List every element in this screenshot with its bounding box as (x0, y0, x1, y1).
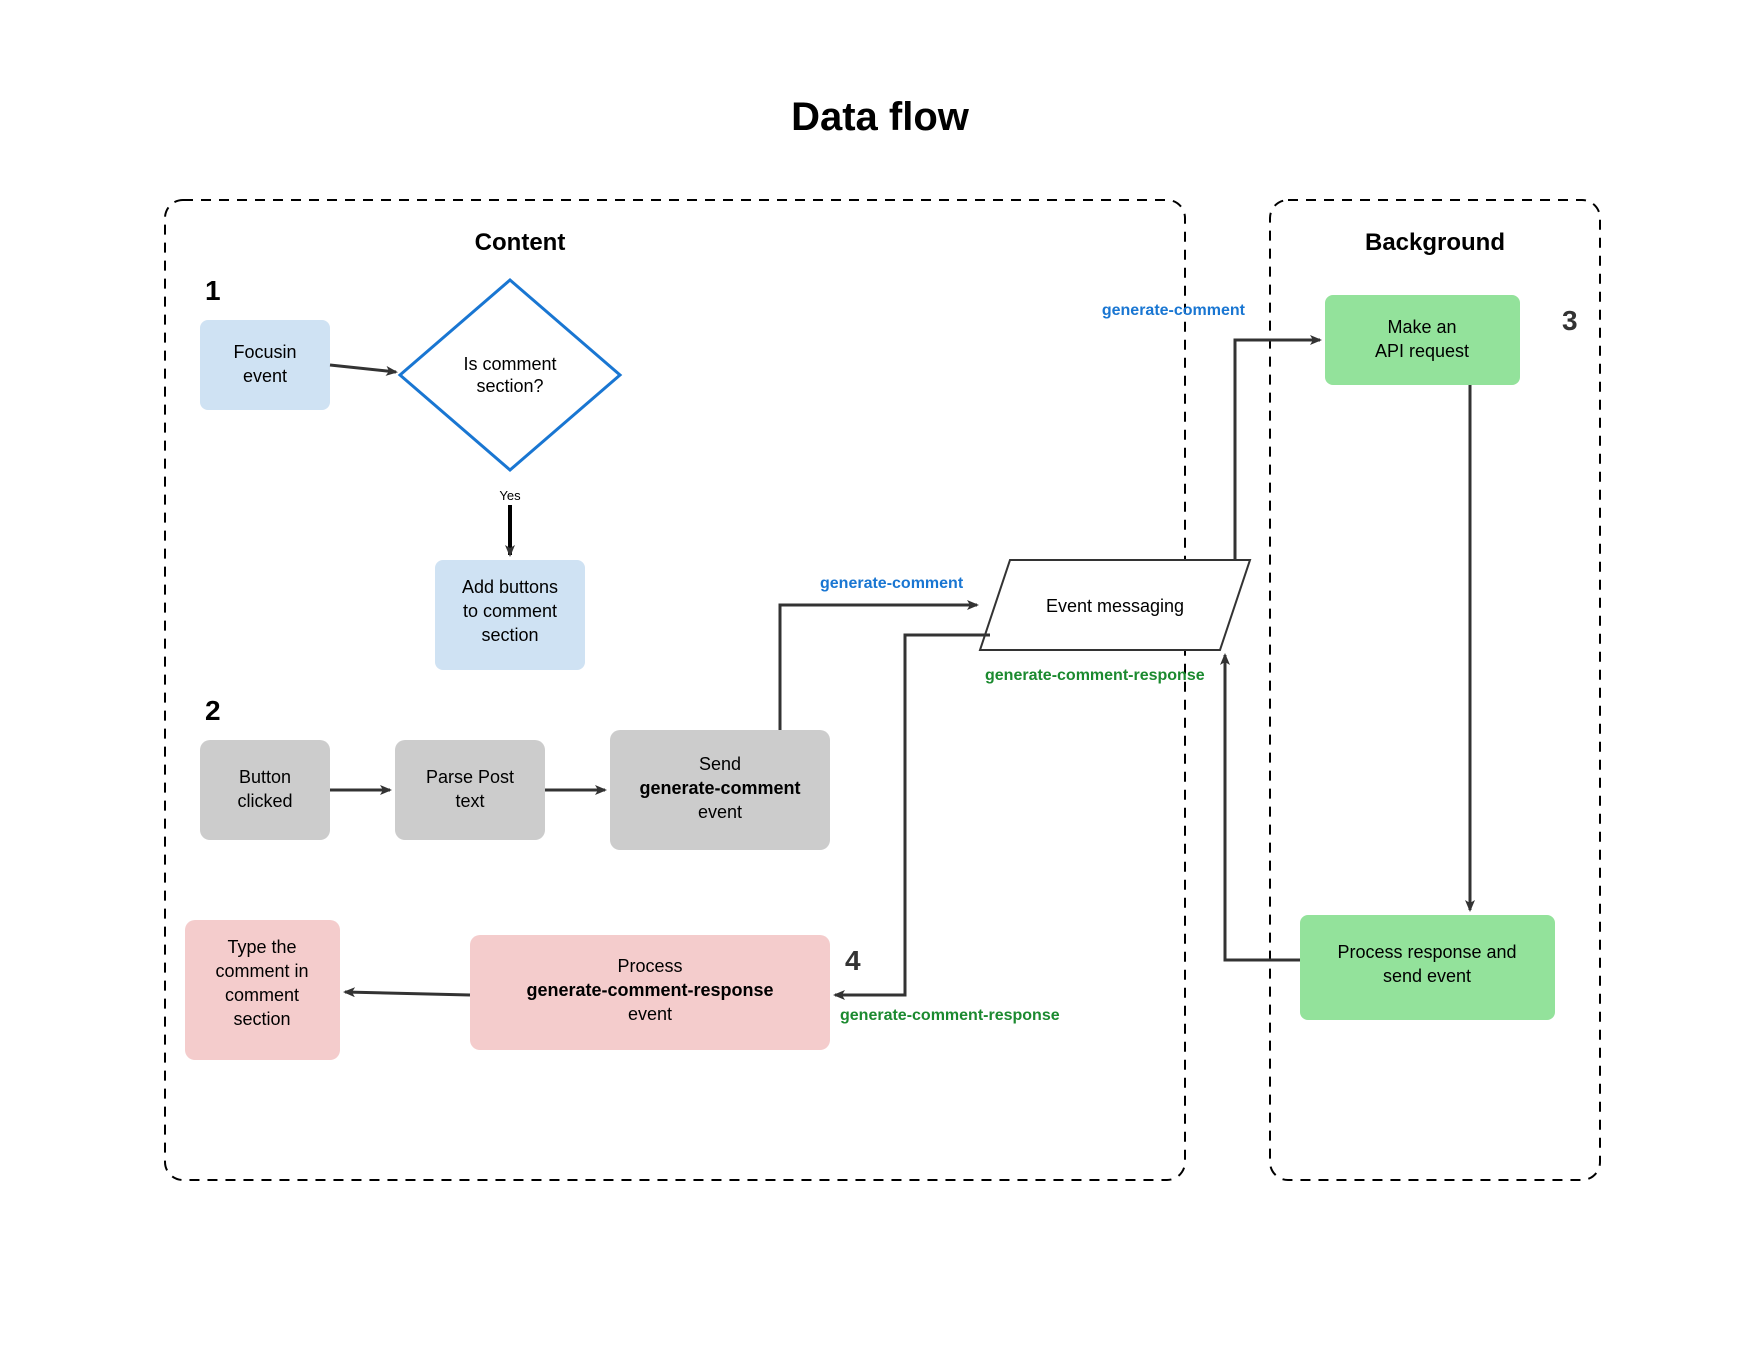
svg-text:Parse Post: Parse Post (426, 767, 514, 787)
svg-text:send event: send event (1383, 966, 1471, 986)
svg-text:generate-comment-response: generate-comment-response (526, 980, 773, 1000)
svg-text:Focusin: Focusin (233, 342, 296, 362)
svg-text:Event messaging: Event messaging (1046, 596, 1184, 616)
arrow-process-to-messaging (1225, 655, 1300, 960)
arrow-focusin-to-decision (330, 365, 396, 372)
svg-text:event: event (698, 802, 742, 822)
svg-text:Make an: Make an (1387, 317, 1456, 337)
node-process-event: Process generate-comment-response event (470, 935, 830, 1050)
step-number-3: 3 (1562, 305, 1578, 336)
svg-text:clicked: clicked (237, 791, 292, 811)
node-is-comment-section: Is comment section? (400, 280, 620, 470)
step-number-4: 4 (845, 945, 861, 976)
node-button-clicked: Button clicked (200, 740, 330, 840)
arrow-messaging-to-api (1235, 340, 1320, 560)
svg-text:event: event (243, 366, 287, 386)
svg-text:comment in: comment in (215, 961, 308, 981)
arrow-process-event-to-type (345, 992, 470, 995)
edge-label-generate-comment-left: generate-comment (820, 575, 964, 592)
svg-text:section?: section? (476, 376, 543, 396)
node-type-comment: Type the comment in comment section (185, 920, 340, 1060)
node-make-api-request: Make an API request (1325, 295, 1520, 385)
svg-text:section: section (481, 625, 538, 645)
node-send-generate-comment: Send generate-comment event (610, 730, 830, 850)
background-section-title: Background (1365, 229, 1505, 256)
node-parse-post-text: Parse Post text (395, 740, 545, 840)
edge-label-generate-comment-response-bottom: generate-comment-response (840, 1007, 1060, 1024)
node-focusin-event: Focusin event (200, 320, 330, 410)
svg-text:Type the: Type the (227, 937, 296, 957)
svg-text:section: section (233, 1009, 290, 1029)
svg-text:generate-comment: generate-comment (639, 778, 800, 798)
svg-text:text: text (455, 791, 484, 811)
decision-yes-label: Yes (499, 488, 521, 503)
svg-text:Send: Send (699, 754, 741, 774)
node-process-response: Process response and send event (1300, 915, 1555, 1020)
arrow-send-to-messaging (780, 605, 977, 730)
arrow-messaging-to-process-event (835, 635, 990, 995)
edge-label-generate-comment-response-mid: generate-comment-response (985, 667, 1205, 684)
svg-text:event: event (628, 1004, 672, 1024)
svg-text:Button: Button (239, 767, 291, 787)
svg-text:API request: API request (1375, 341, 1469, 361)
node-add-buttons: Add buttons to comment section (435, 560, 585, 670)
svg-text:to comment: to comment (463, 601, 557, 621)
svg-text:Process: Process (617, 956, 682, 976)
node-event-messaging: Event messaging (980, 560, 1250, 650)
content-section-title: Content (475, 229, 566, 256)
page-title: Data flow (791, 95, 970, 139)
svg-text:Add buttons: Add buttons (462, 577, 558, 597)
svg-text:Is comment: Is comment (463, 354, 556, 374)
edge-label-generate-comment-right: generate-comment (1102, 302, 1246, 319)
step-number-1: 1 (205, 275, 221, 306)
svg-text:comment: comment (225, 985, 299, 1005)
svg-text:Process response and: Process response and (1337, 942, 1516, 962)
step-number-2: 2 (205, 695, 221, 726)
